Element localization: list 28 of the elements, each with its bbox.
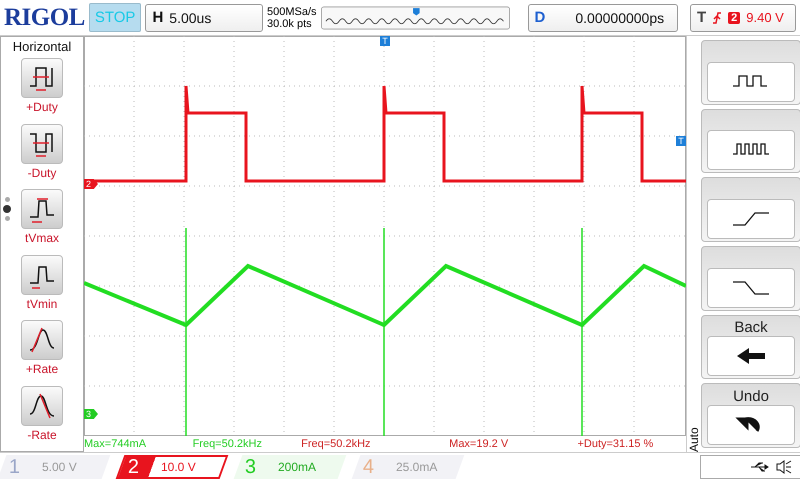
- waveform-overview-drawing[interactable]: [320, 4, 510, 32]
- measurement-reading: Freq=50.2kHz: [192, 438, 263, 450]
- brand-logo: RIGOL: [4, 4, 85, 32]
- trigger-position-marker[interactable]: T: [380, 36, 390, 46]
- memory-depth: 30.0k pts: [266, 18, 313, 30]
- measurement-reading: Freq=50.2kHz: [301, 438, 372, 450]
- sample-rate: 500MSa/s: [266, 6, 317, 18]
- delay-field[interactable]: D 0.00000000ps: [528, 4, 678, 32]
- usb-icon: [750, 460, 770, 472]
- menu-soft-button[interactable]: [701, 40, 800, 105]
- channel-marker[interactable]: 2: [84, 179, 98, 189]
- menu-side-label: Auto: [687, 426, 701, 452]
- channel-tab[interactable]: 2 10.0 V: [116, 454, 228, 478]
- menu-soft-button[interactable]: Back: [701, 314, 800, 380]
- menu-soft-button[interactable]: Undo: [701, 383, 800, 448]
- trigger-level-marker[interactable]: T: [676, 136, 686, 146]
- page-indicator: [3, 197, 11, 221]
- rising-edge-trigger-icon: [712, 10, 722, 24]
- mute-speaker-icon: [776, 460, 792, 474]
- menu-soft-button[interactable]: [701, 246, 800, 311]
- measurement-reading: Max=744mA: [84, 438, 148, 450]
- menu-soft-button[interactable]: [701, 177, 800, 242]
- trigger-field[interactable]: T 2 9.40 V: [690, 4, 796, 32]
- measurement-reading: Max=19.2 V: [449, 438, 510, 450]
- horizontal-scale-field[interactable]: H 5.00us: [145, 4, 263, 32]
- menu-title: Horizontal: [12, 39, 72, 54]
- menu-soft-button[interactable]: [701, 108, 800, 174]
- measurement-reading: +Duty=31.15 %: [577, 438, 654, 450]
